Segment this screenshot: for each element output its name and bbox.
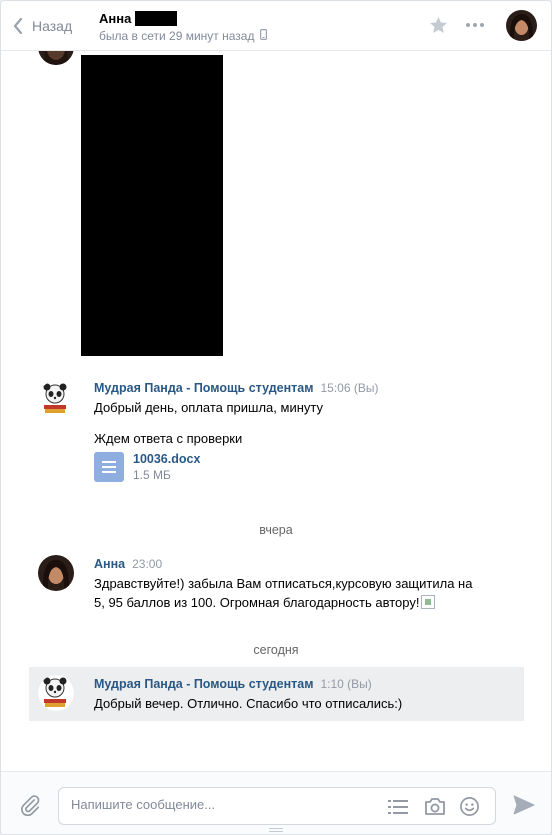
back-chevron-icon [13,18,23,34]
message-text-line: 5, 95 баллов из 100. Огромная благодарно… [94,595,420,610]
message-text: Добрый вечер. Отлично. Спасибо что отпис… [94,696,403,711]
send-icon[interactable] [513,795,535,818]
message-time[interactable]: 1:10 (Вы) [320,677,371,691]
message-author[interactable]: Анна [94,557,125,571]
message-input-box[interactable] [58,787,496,825]
peer-info[interactable]: Анна была в сети 29 минут назад [99,10,268,43]
message-time[interactable]: 23:00 [132,557,162,571]
document-size: 1.5 МБ [133,468,171,482]
peer-avatar[interactable] [506,10,537,41]
date-separator: вчера [259,523,293,537]
message-text-line: Здравствуйте!) забыла Вам отписаться,кур… [94,576,473,591]
more-icon[interactable] [466,23,487,27]
message-item[interactable]: Мудрая Панда - Помощь студентам 1:10 (Вы… [29,667,524,721]
camera-icon[interactable] [424,797,446,819]
peer-name[interactable]: Анна [99,11,131,26]
redacted-photo [81,55,223,356]
attach-icon[interactable] [19,794,41,819]
resize-handle[interactable] [269,828,283,833]
peer-status: была в сети 29 минут назад [99,29,255,43]
emoji-icon[interactable] [459,796,480,820]
message-time[interactable]: 15:06 (Вы) [320,381,378,395]
message-author[interactable]: Мудрая Панда - Помощь студентам [94,381,313,395]
message-history[interactable]: Мудрая Панда - Помощь студентам 15:06 (В… [1,1,551,771]
back-button[interactable]: Назад [13,15,72,37]
broken-image-icon [421,595,436,609]
anna-avatar[interactable] [38,555,74,591]
document-attachment[interactable]: 10036.docx 1.5 МБ [94,452,514,482]
date-separator: сегодня [253,643,299,657]
message-author[interactable]: Мудрая Панда - Помощь студентам [94,677,313,691]
chat-header: Назад Анна была в сети 29 минут назад [1,1,551,51]
message-text: Добрый день, оплата пришла, минуту [94,400,323,415]
message-item[interactable]: Мудрая Панда - Помощь студентам 15:06 (В… [29,381,524,482]
document-icon [94,452,124,482]
star-icon[interactable] [429,16,448,37]
message-input[interactable] [71,797,371,812]
redacted-surname [135,10,178,26]
panda-avatar[interactable] [38,381,74,417]
chat-window: Мудрая Панда - Помощь студентам 15:06 (В… [0,0,552,835]
message-text: Ждем ответа с проверки [94,431,243,446]
document-name[interactable]: 10036.docx [133,452,200,466]
message-text: Здравствуйте!) забыла Вам отписаться,кур… [94,574,514,612]
template-list-icon[interactable] [388,799,408,818]
back-label: Назад [32,18,73,34]
panda-avatar[interactable] [38,675,74,711]
message-composer [1,771,551,834]
mobile-icon [260,29,268,43]
message-item[interactable]: Анна 23:00 Здравствуйте!) забыла Вам отп… [29,555,524,612]
